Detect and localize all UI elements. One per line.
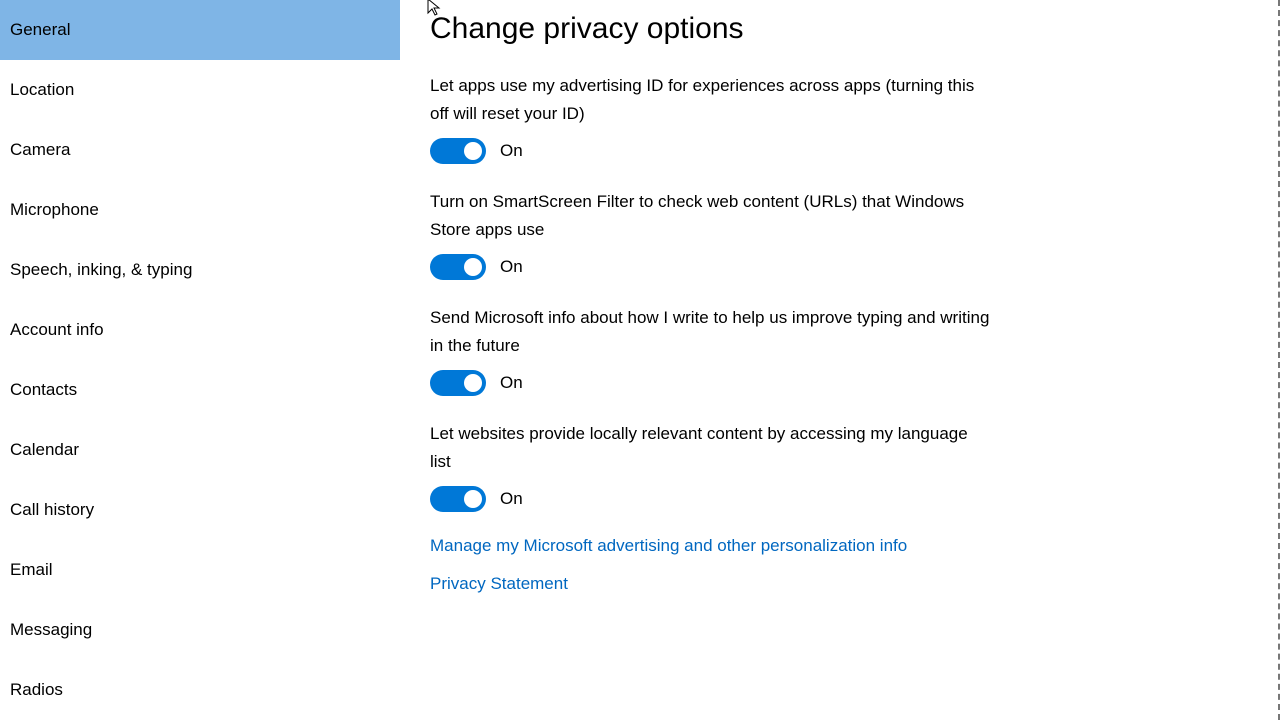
toggle-row: On: [430, 486, 990, 512]
toggle-switch[interactable]: [430, 370, 486, 396]
sidebar-item-label: Speech, inking, & typing: [10, 260, 192, 280]
page-title: Change privacy options: [430, 12, 1248, 46]
toggle-state: On: [500, 141, 523, 161]
sidebar-item-label: Messaging: [10, 620, 92, 640]
sidebar-item-microphone[interactable]: Microphone: [0, 180, 400, 240]
sidebar-item-location[interactable]: Location: [0, 60, 400, 120]
toggle-switch[interactable]: [430, 486, 486, 512]
toggle-row: On: [430, 370, 990, 396]
sidebar-item-account-info[interactable]: Account info: [0, 300, 400, 360]
sidebar-item-label: Camera: [10, 140, 70, 160]
toggle-state: On: [500, 373, 523, 393]
toggle-knob: [464, 374, 482, 392]
toggle-state: On: [500, 257, 523, 277]
toggle-row: On: [430, 254, 990, 280]
option-smartscreen: Turn on SmartScreen Filter to check web …: [430, 188, 990, 280]
sidebar-item-label: Radios: [10, 680, 63, 700]
sidebar-item-label: General: [10, 20, 70, 40]
sidebar-item-label: Email: [10, 560, 53, 580]
link-privacy-statement[interactable]: Privacy Statement: [430, 574, 1248, 594]
sidebar-item-radios[interactable]: Radios: [0, 660, 400, 720]
sidebar-item-general[interactable]: General: [0, 0, 400, 60]
main-content: Change privacy options Let apps use my a…: [400, 0, 1280, 720]
option-description: Let websites provide locally relevant co…: [430, 420, 990, 476]
sidebar-item-label: Location: [10, 80, 74, 100]
sidebar-item-label: Call history: [10, 500, 94, 520]
option-language-list: Let websites provide locally relevant co…: [430, 420, 990, 512]
sidebar-item-contacts[interactable]: Contacts: [0, 360, 400, 420]
sidebar-item-label: Account info: [10, 320, 104, 340]
sidebar-item-camera[interactable]: Camera: [0, 120, 400, 180]
sidebar-item-call-history[interactable]: Call history: [0, 480, 400, 540]
sidebar-item-speech[interactable]: Speech, inking, & typing: [0, 240, 400, 300]
sidebar-item-calendar[interactable]: Calendar: [0, 420, 400, 480]
toggle-row: On: [430, 138, 990, 164]
sidebar: General Location Camera Microphone Speec…: [0, 0, 400, 720]
sidebar-item-label: Calendar: [10, 440, 79, 460]
sidebar-item-email[interactable]: Email: [0, 540, 400, 600]
option-description: Send Microsoft info about how I write to…: [430, 304, 990, 360]
option-advertising-id: Let apps use my advertising ID for exper…: [430, 72, 990, 164]
settings-window: General Location Camera Microphone Speec…: [0, 0, 1280, 720]
option-description: Turn on SmartScreen Filter to check web …: [430, 188, 990, 244]
sidebar-item-messaging[interactable]: Messaging: [0, 600, 400, 660]
toggle-knob: [464, 490, 482, 508]
link-manage-advertising[interactable]: Manage my Microsoft advertising and othe…: [430, 536, 1248, 556]
option-send-info: Send Microsoft info about how I write to…: [430, 304, 990, 396]
toggle-knob: [464, 142, 482, 160]
toggle-knob: [464, 258, 482, 276]
sidebar-item-label: Contacts: [10, 380, 77, 400]
sidebar-item-label: Microphone: [10, 200, 99, 220]
option-description: Let apps use my advertising ID for exper…: [430, 72, 990, 128]
toggle-state: On: [500, 489, 523, 509]
toggle-switch[interactable]: [430, 254, 486, 280]
toggle-switch[interactable]: [430, 138, 486, 164]
